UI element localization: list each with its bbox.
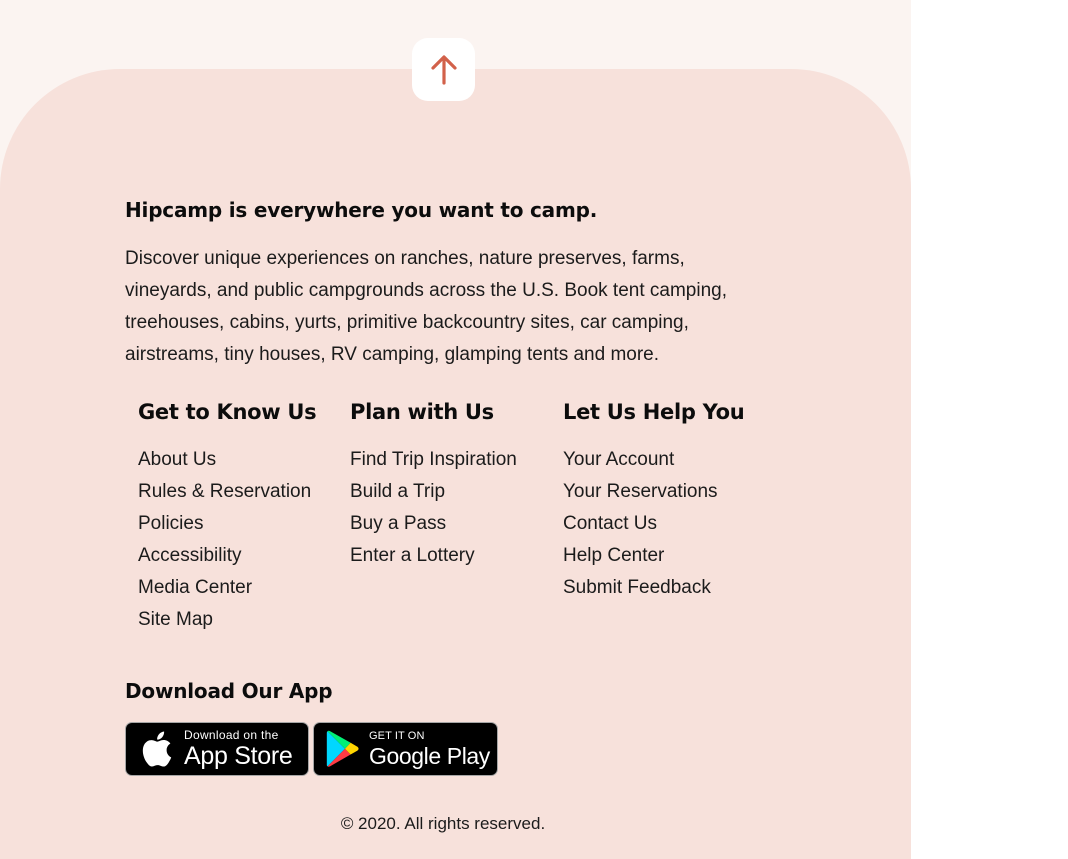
back-to-top-button[interactable] [412, 38, 475, 101]
google-play-label: Google Play [369, 742, 490, 769]
copyright-notice: © 2020. All rights reserved. [340, 814, 546, 833]
arrow-up-icon [430, 54, 457, 85]
footer-link-submit-feedback[interactable]: Submit Feedback [563, 572, 718, 604]
footer-link-media-center[interactable]: Media Center [138, 572, 311, 604]
footer-link-buy-a-pass[interactable]: Buy a Pass [350, 508, 517, 540]
app-store-label: App Store [184, 742, 293, 770]
page: Hipcamp is everywhere you want to camp. … [0, 0, 1068, 859]
footer-link-your-account[interactable]: Your Account [563, 444, 718, 476]
google-play-small-label: GET IT ON [369, 729, 425, 742]
footer-link-policies[interactable]: Policies [138, 508, 311, 540]
footer-link-site-map[interactable]: Site Map [138, 604, 311, 636]
footer-link-rules-reservation[interactable]: Rules & Reservation [138, 476, 311, 508]
google-play-text: GET IT ON Google Play [369, 729, 490, 769]
app-store-text: Download on the App Store [184, 728, 293, 770]
footer-link-accessibility[interactable]: Accessibility [138, 540, 311, 572]
footer-link-about-us[interactable]: About Us [138, 444, 311, 476]
footer-description: Discover unique experiences on ranches, … [125, 248, 727, 365]
app-store-badge[interactable]: Download on the App Store [125, 722, 309, 776]
column-heading-let-us-help-you: Let Us Help You [563, 400, 745, 424]
download-app-heading: Download Our App [125, 679, 333, 703]
footer-link-help-center[interactable]: Help Center [563, 540, 718, 572]
footer-link-contact-us[interactable]: Contact Us [563, 508, 718, 540]
footer-link-enter-a-lottery[interactable]: Enter a Lottery [350, 540, 517, 572]
footer-headline: Hipcamp is everywhere you want to camp. [125, 198, 598, 222]
column-heading-plan-with-us: Plan with Us [350, 400, 494, 424]
link-list-plan-with-us: Find Trip Inspiration Build a Trip Buy a… [350, 444, 517, 572]
footer-link-find-trip-inspiration[interactable]: Find Trip Inspiration [350, 444, 517, 476]
column-heading-get-to-know-us: Get to Know Us [138, 400, 317, 424]
footer-link-build-a-trip[interactable]: Build a Trip [350, 476, 517, 508]
footer-link-your-reservations[interactable]: Your Reservations [563, 476, 718, 508]
app-store-small-label: Download on the [184, 728, 279, 742]
google-play-icon [325, 730, 361, 768]
google-play-badge[interactable]: GET IT ON Google Play [313, 722, 498, 776]
link-list-get-to-know-us: About Us Rules & Reservation Policies Ac… [138, 444, 311, 636]
apple-icon [140, 731, 174, 767]
link-list-let-us-help-you: Your Account Your Reservations Contact U… [563, 444, 718, 604]
